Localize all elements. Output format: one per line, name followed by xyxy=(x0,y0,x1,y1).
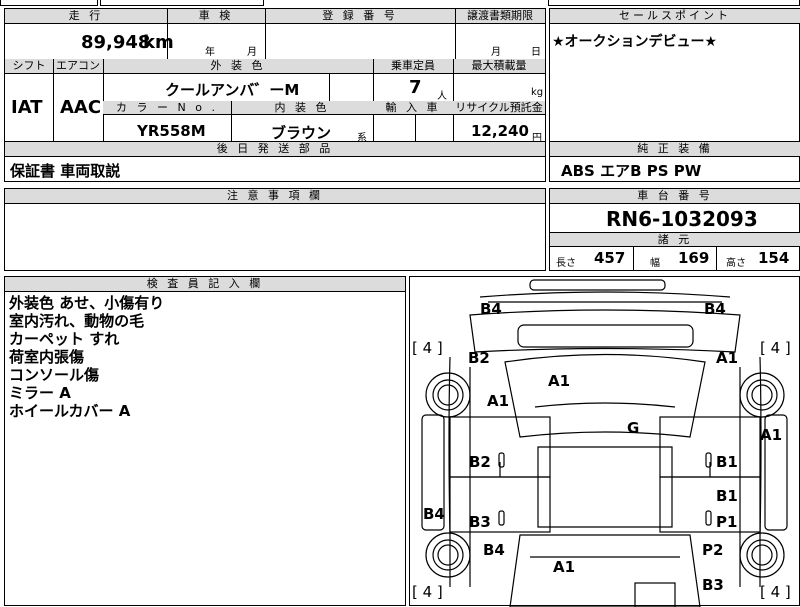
diag-g-roof: G xyxy=(627,419,640,437)
equipment-header: 純 正 装 備 xyxy=(550,142,800,157)
top-right-fragment xyxy=(548,0,800,6)
diag-p2-rear-right: P2 xyxy=(702,541,724,559)
width-label: 幅 xyxy=(650,258,660,269)
diag-b3-left-rear: B3 xyxy=(469,513,491,531)
diag-a1-rear: A1 xyxy=(553,558,576,576)
capacity-value: 7 xyxy=(409,77,422,98)
sales-point-header: セールスポイント xyxy=(550,9,800,24)
aircon-value: AAC xyxy=(60,97,102,118)
diag-b2-front-left: B2 xyxy=(468,349,490,367)
shift-value: IAT xyxy=(11,97,43,118)
diag-b4-fl: B4 xyxy=(480,300,502,318)
max-load-unit: kg xyxy=(531,87,544,98)
diag-b4-left-panel: B4 xyxy=(423,505,445,523)
later-parts-value: 保証書 車両取説 xyxy=(10,162,121,180)
int-color-header: 内 装 色 xyxy=(231,101,373,115)
inspector-box: 検 査 員 記 入 欄 外装色 あせ、小傷有り 室内汚れ、動物の毛 カーペット … xyxy=(4,276,406,606)
color-no-header: カ ラ ー N o . xyxy=(103,101,231,115)
ext-color-header: 外 装 色 xyxy=(103,59,373,74)
diag-b1-right-rear: B1 xyxy=(716,487,738,505)
top-mid-fragment xyxy=(100,0,264,6)
diag-p1-right: P1 xyxy=(716,513,738,531)
capacity-unit: 人 xyxy=(437,91,447,102)
notes-box: 注 意 事 項 欄 xyxy=(4,188,546,271)
diag-b2-left-door: B2 xyxy=(469,453,491,471)
chassis-header: 車 台 番 号 xyxy=(550,189,800,204)
diag-tire-fr: [ 4 ] xyxy=(760,339,791,357)
sales-point-box: セールスポイント ★オークションデビュー★ xyxy=(549,8,800,142)
aircon-header: エアコン xyxy=(53,59,103,74)
diag-b3-rear: B3 xyxy=(702,576,724,594)
later-parts-header: 後 日 発 送 部 品 xyxy=(5,142,545,157)
top-left-fragment xyxy=(0,0,98,6)
max-load-header: 最大積載量 xyxy=(453,59,545,74)
inspector-line-7: ホイールカバー A xyxy=(9,402,131,420)
transfer-month: 月 xyxy=(491,47,501,58)
main-info-table: 走 行 車 検 登 録 番 号 譲渡書類期限 89,948 km 年 月 月 日… xyxy=(4,8,546,144)
int-color-value: ブラウン xyxy=(271,124,332,142)
diag-a1-front-right: A1 xyxy=(716,349,739,367)
width-value: 169 xyxy=(678,249,710,267)
import-header: 輸 入 車 xyxy=(373,101,453,115)
inspector-header: 検 査 員 記 入 欄 xyxy=(5,277,405,292)
inspector-line-2: 室内汚れ、動物の毛 xyxy=(9,312,145,330)
inspector-line-5: コンソール傷 xyxy=(9,366,100,384)
diag-b1-right-door: B1 xyxy=(716,453,738,471)
later-parts-box: 後 日 発 送 部 品 保証書 車両取説 xyxy=(4,141,546,182)
sales-point-text: ★オークションデビュー★ xyxy=(552,34,718,50)
car-diagram: B4 B4 [ 4 ] B2 A1 [ 4 ] A1 A1 A1 G B2 B1… xyxy=(409,276,800,607)
recycle-header: リサイクル預託金 xyxy=(453,101,545,115)
height-label: 高さ xyxy=(726,258,746,269)
recycle-value: 12,240 xyxy=(471,122,529,140)
diag-tire-rr: [ 4 ] xyxy=(760,583,791,601)
inspector-line-1: 外装色 あせ、小傷有り xyxy=(9,294,165,312)
diag-tire-fl: [ 4 ] xyxy=(412,339,443,357)
ext-color-value: クールアンバ゛ーM xyxy=(165,81,300,99)
mileage-unit: km xyxy=(143,32,174,53)
diag-b4-fr: B4 xyxy=(704,300,726,318)
inspector-line-4: 荷室内張傷 xyxy=(9,348,85,366)
inspector-line-6: ミラー A xyxy=(9,384,71,402)
notes-header: 注 意 事 項 欄 xyxy=(5,189,545,204)
chassis-box: 車 台 番 号 RN6-1032093 諸 元 長さ 457 幅 169 高さ … xyxy=(549,188,800,271)
inspection-year: 年 xyxy=(205,47,215,58)
inspection-header: 車 検 xyxy=(167,9,265,24)
shift-header: シフト xyxy=(5,59,53,74)
inspection-month: 月 xyxy=(247,47,257,58)
chassis-value: RN6-1032093 xyxy=(606,207,758,231)
length-value: 457 xyxy=(594,249,626,267)
car-outline xyxy=(421,279,788,607)
diag-a1-windshield: A1 xyxy=(548,372,571,390)
length-label: 長さ xyxy=(556,258,576,269)
diag-a1-right-panel: A1 xyxy=(760,426,783,444)
diag-b4-rear-left: B4 xyxy=(483,541,505,559)
capacity-header: 乗車定員 xyxy=(373,59,453,74)
inspector-line-3: カーペット すれ xyxy=(9,330,120,348)
diag-a1-left: A1 xyxy=(487,392,510,410)
equipment-value: ABS エアB PS PW xyxy=(561,162,702,180)
transfer-day: 日 xyxy=(531,47,541,58)
mileage-value: 89,948 xyxy=(81,32,151,53)
equipment-box: 純 正 装 備 ABS エアB PS PW xyxy=(549,141,800,182)
diag-tire-rl: [ 4 ] xyxy=(412,583,443,601)
specs-header: 諸 元 xyxy=(550,232,800,247)
mileage-header: 走 行 xyxy=(5,9,167,24)
color-no-value: YR558M xyxy=(137,122,206,140)
height-value: 154 xyxy=(758,249,790,267)
transfer-header: 譲渡書類期限 xyxy=(455,9,545,24)
registration-header: 登 録 番 号 xyxy=(265,9,455,24)
